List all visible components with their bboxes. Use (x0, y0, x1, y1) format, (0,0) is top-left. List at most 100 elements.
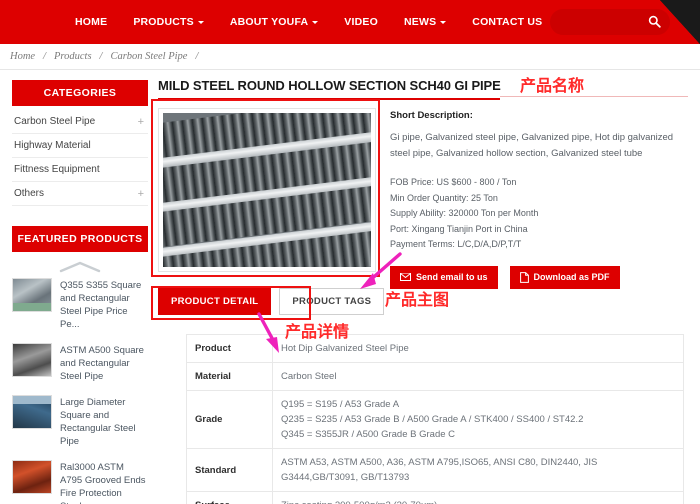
product-main-image[interactable] (158, 108, 376, 272)
download-pdf-label: Download as PDF (534, 272, 610, 282)
sidebar-item-label: Carbon Steel Pipe (14, 116, 95, 127)
product-thumbnail (12, 460, 52, 494)
sidebar-item-label: Highway Material (14, 140, 91, 151)
product-detail-table: Product Hot Dip Galvanized Steel Pipe Ma… (186, 334, 684, 504)
breadcrumb-separator: / (195, 51, 198, 62)
product-image-canvas (163, 113, 371, 267)
tab-product-tags[interactable]: PRODUCT TAGS (279, 288, 384, 315)
product-info: Short Description: Gi pipe, Galvanized s… (376, 108, 688, 289)
table-cell-value: Carbon Steel (273, 363, 684, 391)
header-corner-accent (660, 0, 700, 44)
pdf-file-icon (520, 272, 529, 283)
nav-item-about-youfa[interactable]: ABOUT YOUFA (217, 0, 331, 44)
table-row: Material Carbon Steel (187, 363, 684, 391)
table-cell-key: Material (187, 363, 273, 391)
page-title: MILD STEEL ROUND HOLLOW SECTION SCH40 GI… (158, 78, 688, 93)
spec-fob-price: FOB Price: US $600 - 800 / Ton (390, 175, 688, 191)
table-row: Product Hot Dip Galvanized Steel Pipe (187, 335, 684, 363)
annotation-label-main-image: 产品主图 (385, 286, 449, 310)
tab-label: PRODUCT DETAIL (171, 296, 258, 307)
spec-payment-terms: Payment Terms: L/C,D/A,D/P,T/T (390, 237, 688, 253)
carousel-up-arrow-icon[interactable] (12, 258, 148, 276)
table-cell-value: Hot Dip Galvanized Steel Pipe (273, 335, 684, 363)
featured-product-title: ASTM A500 Square and Rectangular Steel P… (60, 343, 148, 383)
sidebar-item-carbon-steel-pipe[interactable]: Carbon Steel Pipe + (12, 110, 148, 134)
sidebar-category-list: Carbon Steel Pipe + Highway Material Fit… (12, 110, 148, 206)
table-cell-value: ASTM A53, ASTM A500, A36, ASTM A795,ISO6… (273, 449, 684, 492)
breadcrumb-item-home[interactable]: Home (10, 51, 35, 62)
list-item[interactable]: Large Diameter Square and Rectangular St… (12, 395, 148, 448)
nav-label: NEWS (404, 16, 436, 28)
search-box[interactable] (550, 9, 670, 35)
short-description-label: Short Description: (390, 110, 688, 121)
list-item[interactable]: ASTM A500 Square and Rectangular Steel P… (12, 343, 148, 383)
featured-product-title: Ral3000 ASTM A795 Grooved Ends Fire Prot… (60, 460, 148, 504)
nav-label: VIDEO (344, 16, 378, 28)
send-email-button[interactable]: Send email to us (390, 266, 498, 289)
sidebar-item-label: Others (14, 188, 44, 199)
chevron-down-icon (312, 21, 318, 24)
download-pdf-button[interactable]: Download as PDF (510, 266, 620, 289)
site-header: HOME PRODUCTS ABOUT YOUFA VIDEO NEWS CON… (0, 0, 700, 44)
sidebar-item-fittness-equipment[interactable]: Fittness Equipment (12, 158, 148, 182)
product-thumbnail (12, 278, 52, 312)
nav-label: PRODUCTS (133, 16, 194, 28)
featured-products-list: Q355 S355 Square and Rectangular Steel P… (12, 278, 148, 504)
table-cell-key: Grade (187, 391, 273, 449)
breadcrumb: Home / Products / Carbon Steel Pipe / (0, 44, 700, 70)
nav-label: HOME (75, 16, 107, 28)
chevron-down-icon (440, 21, 446, 24)
envelope-icon (400, 273, 411, 281)
tab-label: PRODUCT TAGS (292, 296, 371, 307)
breadcrumb-item-products[interactable]: Products (54, 51, 92, 62)
search-input[interactable] (558, 9, 646, 35)
tab-product-detail[interactable]: PRODUCT DETAIL (158, 288, 271, 315)
product-summary: Short Description: Gi pipe, Galvanized s… (158, 108, 688, 289)
sidebar: CATEGORIES Carbon Steel Pipe + Highway M… (12, 80, 148, 504)
sidebar-item-others[interactable]: Others + (12, 182, 148, 206)
short-description-text: Gi pipe, Galvanized steel pipe, Galvaniz… (390, 130, 688, 162)
expand-plus-icon[interactable]: + (138, 116, 144, 128)
table-cell-key: Standard (187, 449, 273, 492)
main-navigation: HOME PRODUCTS ABOUT YOUFA VIDEO NEWS CON… (62, 0, 604, 44)
product-thumbnail (12, 343, 52, 377)
table-row: Surface Zinc coating 200-500g/m2 (30-70u… (187, 492, 684, 504)
title-underline-extension (500, 96, 688, 97)
featured-product-title: Large Diameter Square and Rectangular St… (60, 395, 148, 448)
main-content: MILD STEEL ROUND HOLLOW SECTION SCH40 GI… (158, 78, 688, 289)
spec-min-order-quantity: Min Order Quantity: 25 Ton (390, 191, 688, 207)
nav-item-home[interactable]: HOME (62, 0, 120, 44)
featured-product-title: Q355 S355 Square and Rectangular Steel P… (60, 278, 148, 331)
list-item[interactable]: Q355 S355 Square and Rectangular Steel P… (12, 278, 148, 331)
expand-plus-icon[interactable]: + (138, 188, 144, 200)
nav-item-contact-us[interactable]: CONTACT US (459, 0, 555, 44)
title-underline (158, 98, 500, 100)
sidebar-item-label: Fittness Equipment (14, 164, 100, 175)
table-row: Standard ASTM A53, ASTM A500, A36, ASTM … (187, 449, 684, 492)
product-spec-list: FOB Price: US $600 - 800 / Ton Min Order… (390, 175, 688, 253)
sidebar-featured-header: FEATURED PRODUCTS (12, 226, 148, 252)
table-cell-value: Zinc coating 200-500g/m2 (30-70um) (273, 492, 684, 504)
table-cell-key: Product (187, 335, 273, 363)
nav-item-video[interactable]: VIDEO (331, 0, 391, 44)
table-cell-key: Surface (187, 492, 273, 504)
spec-port: Port: Xingang Tianjin Port in China (390, 222, 688, 238)
spec-supply-ability: Supply Ability: 320000 Ton per Month (390, 206, 688, 222)
breadcrumb-item-carbon-steel-pipe[interactable]: Carbon Steel Pipe (110, 51, 187, 62)
action-button-row: Send email to us Download as PDF (390, 266, 688, 289)
breadcrumb-separator: / (43, 51, 46, 62)
chevron-down-icon (198, 21, 204, 24)
send-email-label: Send email to us (416, 272, 488, 282)
sidebar-item-highway-material[interactable]: Highway Material (12, 134, 148, 158)
page-root: HOME PRODUCTS ABOUT YOUFA VIDEO NEWS CON… (0, 0, 700, 504)
nav-label: CONTACT US (472, 16, 542, 28)
nav-item-products[interactable]: PRODUCTS (120, 0, 217, 44)
list-item[interactable]: Ral3000 ASTM A795 Grooved Ends Fire Prot… (12, 460, 148, 504)
nav-item-news[interactable]: NEWS (391, 0, 459, 44)
nav-label: ABOUT YOUFA (230, 16, 308, 28)
table-row: Grade Q195 = S195 / A53 Grade A Q235 = S… (187, 391, 684, 449)
breadcrumb-separator: / (100, 51, 103, 62)
sidebar-categories-header: CATEGORIES (12, 80, 148, 106)
table-cell-value: Q195 = S195 / A53 Grade A Q235 = S235 / … (273, 391, 684, 449)
product-tabs: PRODUCT DETAIL PRODUCT TAGS (158, 288, 384, 315)
